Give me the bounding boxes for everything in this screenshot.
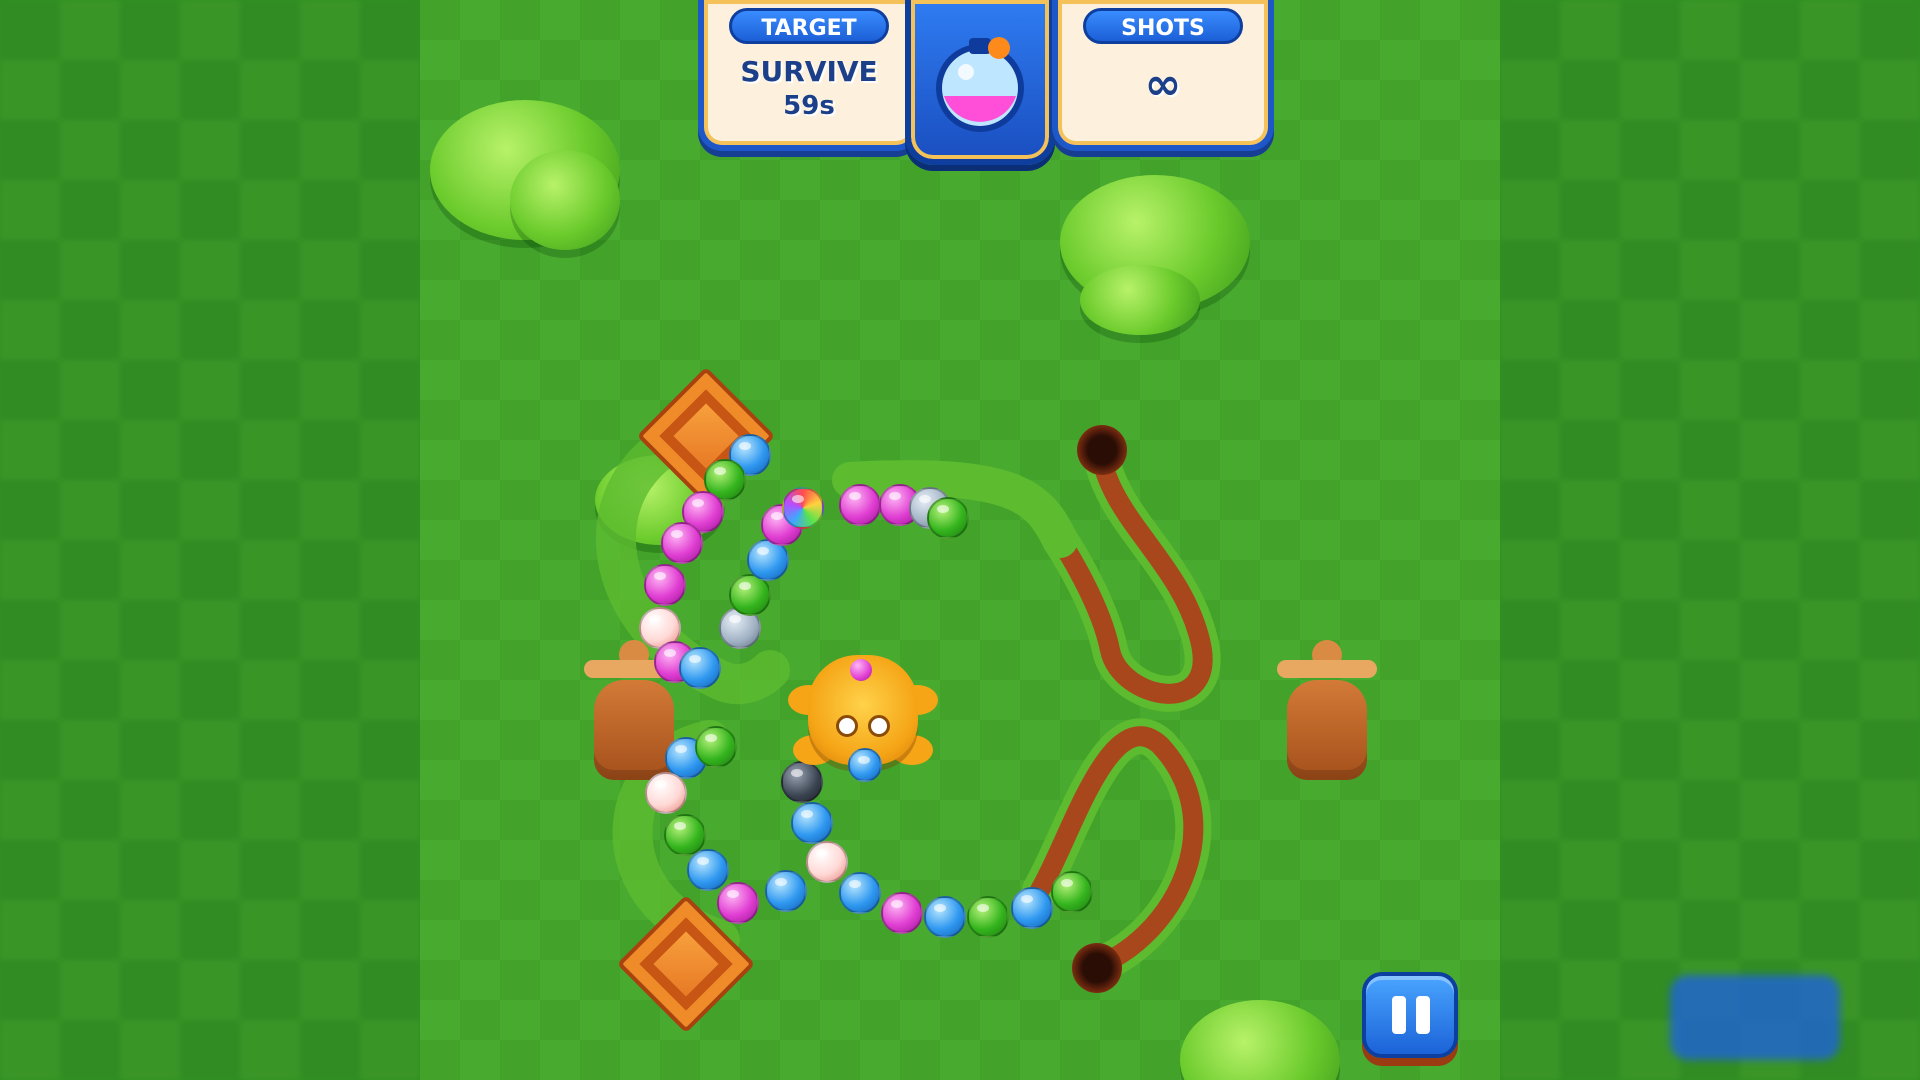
- chain-ball-pink: [881, 892, 923, 934]
- chain-ball-pink: [661, 522, 703, 564]
- end-hole-bottom: [1072, 943, 1122, 993]
- tiki-totem-right: [1272, 640, 1382, 790]
- chain-ball-blue: [679, 647, 721, 689]
- chain-ball-blue: [765, 870, 807, 912]
- shots-panel: SHOTS ∞: [1052, 0, 1274, 151]
- target-timer: 59s: [783, 91, 835, 121]
- chain-ball-pink: [717, 882, 759, 924]
- blurred-pause-reflection: [1670, 975, 1840, 1060]
- chain-ball-blue: [1011, 887, 1053, 929]
- chain-ball-white: [645, 772, 687, 814]
- frog-shooter[interactable]: [788, 645, 938, 782]
- chain-ball-pink: [644, 564, 686, 606]
- current-ammo-ball: [850, 659, 872, 681]
- target-panel: TARGET SURVIVE 59s: [698, 0, 920, 151]
- game-board[interactable]: TARGET SURVIVE 59s SHOTS ∞: [420, 0, 1500, 1080]
- next-ammo-ball: [848, 748, 882, 782]
- shots-label: SHOTS: [1083, 8, 1243, 44]
- chain-ball-blue: [924, 896, 966, 938]
- chain-ball-blue: [839, 872, 881, 914]
- blurred-background-right: [1500, 0, 1920, 1080]
- target-label: TARGET: [729, 8, 889, 44]
- target-goal: SURVIVE: [740, 55, 878, 88]
- chain-ball-white: [806, 841, 848, 883]
- potion-panel: [905, 0, 1055, 165]
- chain-ball-green: [967, 896, 1009, 938]
- chain-ball-blue: [687, 849, 729, 891]
- blurred-background-left: [0, 0, 420, 1080]
- chain-ball-rainbow: [782, 487, 824, 529]
- chain-ball-green: [927, 497, 969, 539]
- end-hole-top: [1077, 425, 1127, 475]
- chain-ball-pink: [839, 484, 881, 526]
- chain-ball-green: [1051, 871, 1093, 913]
- chain-ball-green: [695, 726, 737, 768]
- pause-icon: [1392, 996, 1406, 1034]
- potion-flask-icon: [936, 37, 1024, 132]
- pause-button[interactable]: [1362, 972, 1458, 1058]
- chain-ball-blue: [791, 802, 833, 844]
- shots-count: ∞: [1144, 59, 1182, 110]
